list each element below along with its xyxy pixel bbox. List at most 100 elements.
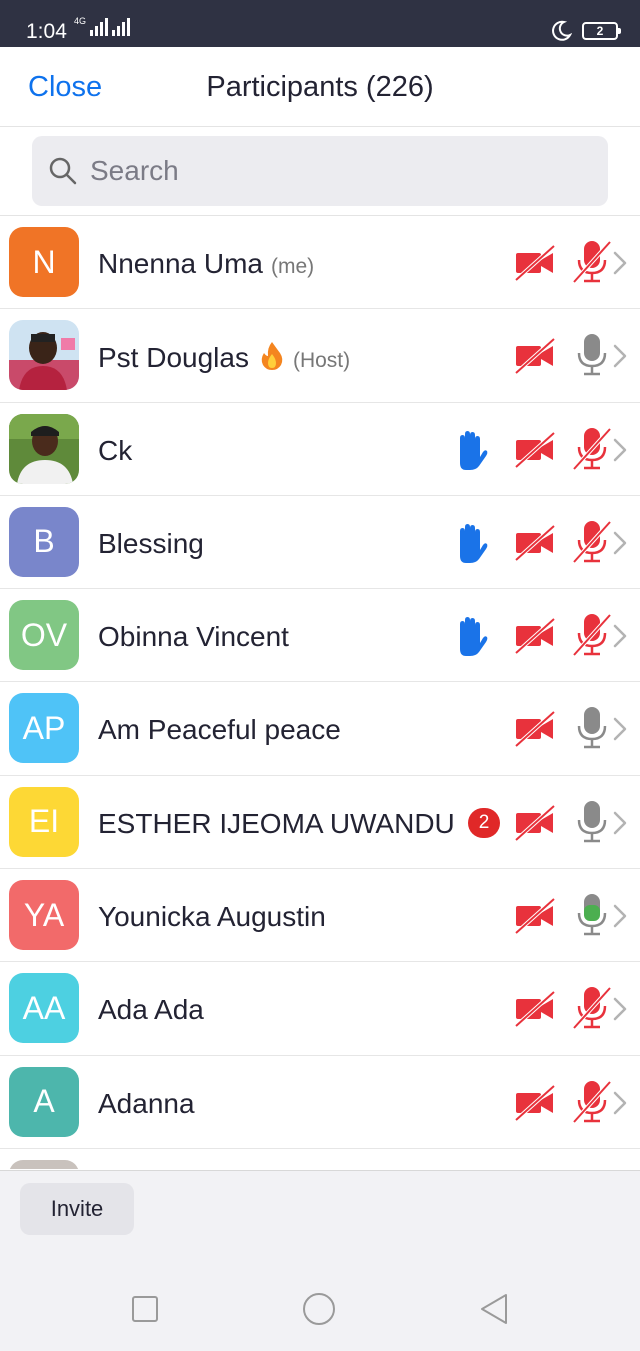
mic-icon[interactable] (570, 798, 614, 844)
video-off-icon[interactable] (514, 524, 556, 562)
participant-row[interactable]: YA Younicka Augustin (0, 869, 640, 963)
video-off-icon[interactable] (514, 710, 556, 748)
search-input[interactable] (90, 136, 590, 206)
participant-row[interactable]: Ck (0, 403, 640, 496)
fire-emoji-icon (261, 342, 283, 371)
chevron-right-icon[interactable] (612, 623, 628, 649)
avatar-initials: AP (22, 709, 66, 746)
status-time: 1:04 (26, 20, 67, 43)
participant-row[interactable]: AP Am Peaceful peace (0, 682, 640, 776)
participant-name: ESTHER IJEOMA UWANDU (98, 807, 455, 839)
raised-hand-icon (460, 617, 488, 657)
avatar (9, 413, 79, 484)
chevron-right-icon[interactable] (612, 1090, 628, 1116)
participant-row[interactable]: OV Obinna Vincent (0, 589, 640, 683)
invite-button[interactable]: Invite (20, 1183, 134, 1235)
avatar: B (9, 506, 79, 577)
participant-name-line: Ck (98, 435, 132, 467)
avatar-initials: N (32, 243, 56, 280)
recents-button[interactable] (125, 1289, 165, 1329)
mic-icon[interactable] (570, 704, 614, 750)
chevron-right-icon[interactable] (612, 810, 628, 836)
participant-row[interactable]: A Adanna (0, 1056, 640, 1149)
signal-icon-2 (112, 18, 131, 36)
mic-muted-icon[interactable] (570, 425, 614, 471)
avatar: OV (9, 600, 79, 671)
system-nav-bar (0, 1279, 640, 1339)
participant-name: Nnenna Uma (98, 248, 263, 279)
video-off-icon[interactable] (514, 617, 556, 655)
avatar (9, 320, 79, 391)
participant-name: Younicka Augustin (98, 901, 326, 933)
participant-row[interactable]: Pst Douglas (Host) (0, 309, 640, 403)
avatar: N (9, 227, 79, 297)
footer: Invite (0, 1170, 640, 1351)
chevron-right-icon[interactable] (612, 716, 628, 742)
header: Close Participants (226) (0, 47, 640, 127)
search-box[interactable] (32, 136, 608, 206)
chevron-right-icon[interactable] (612, 343, 628, 369)
participant-name-line: Obinna Vincent (98, 621, 289, 653)
participant-row-partial (0, 1149, 640, 1169)
video-off-icon[interactable] (514, 244, 556, 282)
moon-icon (552, 20, 572, 41)
participant-name: Ada Ada (98, 994, 204, 1026)
participant-tag: (Host) (292, 349, 351, 373)
participant-name: Pst Douglas (98, 342, 249, 374)
avatar-initials: EI (28, 803, 60, 840)
mic-muted-icon[interactable] (570, 984, 614, 1030)
video-off-icon[interactable] (514, 990, 556, 1028)
video-off-icon[interactable] (514, 804, 556, 842)
video-off-icon[interactable] (514, 431, 556, 469)
status-right: 2 (550, 20, 621, 42)
search-section (0, 128, 640, 216)
participant-name-line: Am Peaceful peace (98, 714, 341, 746)
participant-row[interactable]: AA Ada Ada (0, 962, 640, 1056)
mic-muted-icon[interactable] (570, 238, 614, 284)
avatar: A (9, 1066, 79, 1137)
video-off-icon[interactable] (514, 897, 556, 935)
participant-name: Adanna (98, 1087, 195, 1119)
participant-name: Blessing (98, 527, 204, 559)
chevron-right-icon[interactable] (612, 996, 628, 1022)
avatar: AP (9, 693, 79, 764)
signal-icon (90, 18, 109, 36)
participant-row[interactable]: N Nnenna Uma (me) (0, 216, 640, 310)
participant-name: Am Peaceful peace (98, 714, 341, 746)
home-button[interactable] (299, 1289, 339, 1329)
raised-hand-icon (460, 430, 488, 470)
avatar-initials: A (33, 1083, 55, 1120)
chat-count-badge: 2 (468, 807, 500, 838)
participant-name-line: Younicka Augustin (98, 901, 326, 933)
participant-name: Obinna Vincent (98, 621, 289, 653)
mic-icon[interactable] (570, 891, 614, 937)
avatar-initials: YA (23, 896, 65, 933)
video-off-icon[interactable] (514, 1084, 556, 1122)
avatar-initials: AA (22, 989, 66, 1026)
chevron-right-icon[interactable] (612, 530, 628, 556)
participant-name-line: Blessing (98, 528, 204, 560)
participant-row[interactable]: B Blessing (0, 496, 640, 590)
mic-muted-icon[interactable] (570, 611, 614, 657)
participant-name: Ck (98, 434, 133, 466)
raised-hand-icon (460, 523, 488, 563)
back-button[interactable] (474, 1289, 514, 1329)
mic-muted-icon[interactable] (570, 1078, 614, 1124)
page-title: Participants (226) (206, 71, 434, 103)
mic-muted-icon[interactable] (570, 518, 614, 564)
participant-name-line: Pst Douglas (Host) (98, 341, 350, 374)
participant-name-line: Ada Ada (98, 994, 204, 1026)
network-type: 4G (74, 16, 87, 26)
chevron-right-icon[interactable] (612, 437, 628, 463)
chevron-right-icon[interactable] (612, 250, 628, 276)
video-off-icon[interactable] (514, 337, 556, 375)
participant-name-line: ESTHER IJEOMA UWANDU (98, 808, 455, 840)
avatar: YA (9, 880, 79, 951)
status-bar: 1:04 4G 2 (0, 0, 640, 47)
mic-icon[interactable] (570, 331, 614, 377)
participant-name-line: Nnenna Uma (me) (98, 248, 314, 280)
participant-row[interactable]: EI ESTHER IJEOMA UWANDU 2 (0, 776, 640, 870)
avatar-initials: B (33, 523, 55, 560)
chevron-right-icon[interactable] (612, 903, 628, 929)
search-icon (49, 157, 77, 185)
